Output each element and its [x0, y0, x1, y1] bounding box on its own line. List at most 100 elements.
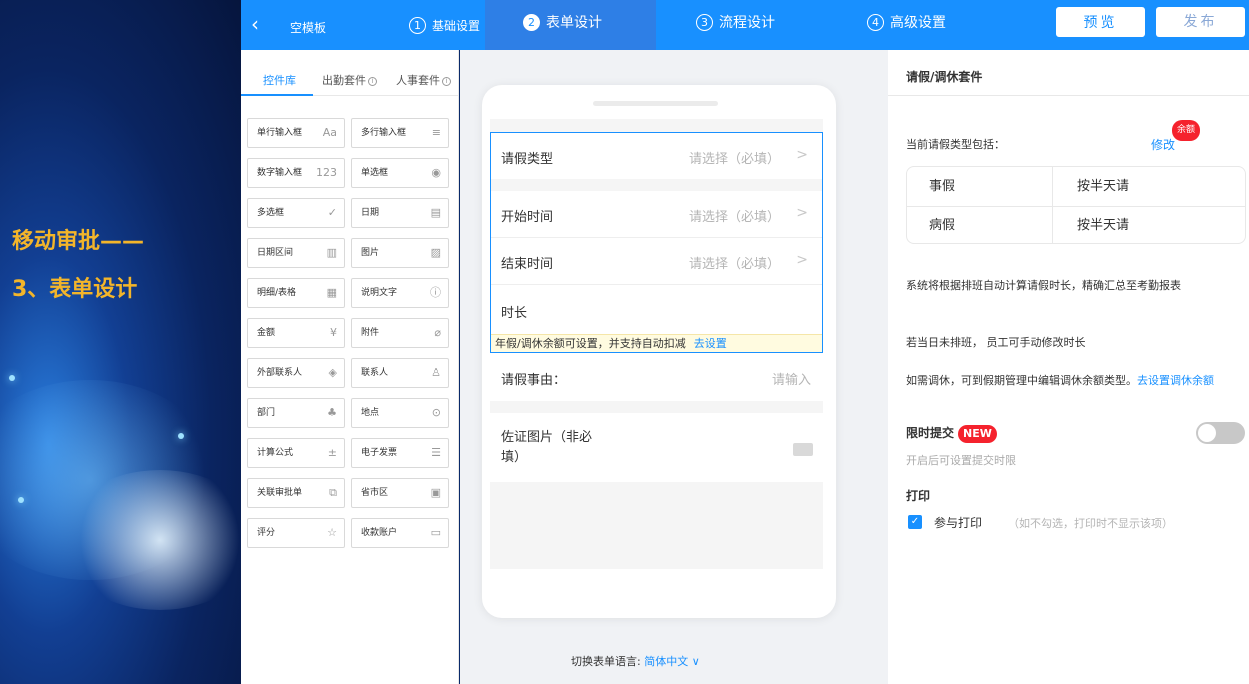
control-item[interactable]: 单行输入框 Aa [247, 118, 345, 148]
lang-value[interactable]: 简体中文 ∨ [644, 655, 700, 668]
control-item[interactable]: 评分 ☆ [247, 518, 345, 548]
divider [491, 179, 822, 191]
current-types-label: 当前请假类型包括： [906, 138, 1005, 151]
field-leave-reason[interactable]: 请假事由： 请输入 [490, 353, 823, 401]
step-number: 4 [867, 13, 884, 31]
field-start-time[interactable]: 开始时间 请选择（必填） > [491, 191, 822, 237]
form-language-switch[interactable]: 切换表单语言: 简体中文 ∨ [571, 653, 700, 669]
step-label: 流程设计 [719, 15, 775, 31]
field-end-time[interactable]: 结束时间 请选择（必填） > [491, 238, 822, 284]
time-limit-toggle[interactable] [1196, 422, 1245, 444]
control-item[interactable]: 省市区 ▣ [351, 478, 449, 508]
comp-balance-link[interactable]: 去设置调休余额 [1137, 374, 1214, 387]
control-label: 计算公式 [257, 448, 294, 458]
lang-label: 切换表单语言: [571, 655, 641, 668]
chevron-right-icon: > [796, 147, 808, 163]
leave-type-unit: 按半天请 [1077, 179, 1130, 194]
light-dot [9, 375, 15, 381]
control-type-icon: ♙ [431, 366, 441, 379]
chevron-right-icon: > [796, 205, 808, 221]
tab-attendance-suite[interactable]: 出勤套件 i [322, 72, 377, 88]
control-item[interactable]: 部门 ♣ [247, 398, 345, 428]
control-grid: 单行输入框 Aa 多行输入框 ≡ 数字输入框 123 单选框 ◉ 多选框 ✓ 日期 ▤ 日期区间 ▥ 图片 ▨… [247, 118, 452, 548]
slide-background: 移动审批—— 3、表单设计 [0, 0, 241, 684]
control-item[interactable]: 外部联系人 ◈ [247, 358, 345, 388]
back-arrow-icon[interactable]: ‹ [251, 12, 259, 36]
field-label: 请假事由： [501, 373, 567, 388]
control-label: 附件 [361, 328, 380, 338]
field-label-line: 填） [501, 450, 528, 465]
control-item[interactable]: 单选框 ◉ [351, 158, 449, 188]
print-checkbox[interactable]: ✓ [908, 515, 922, 529]
top-bar: ‹ 空模板 1 基础设置 2 表单设计 3 流程设计 4 高级设置 预览 发布 [241, 0, 1249, 50]
control-item[interactable]: 计算公式 ± [247, 438, 345, 468]
control-item[interactable]: 关联审批单 ⧉ [247, 478, 345, 508]
control-item[interactable]: 地点 ⊙ [351, 398, 449, 428]
light-glow [60, 470, 241, 610]
control-item[interactable]: 图片 ▨ [351, 238, 449, 268]
control-label: 收款账户 [361, 528, 398, 538]
form-canvas: 请假类型 请选择（必填） > 开始时间 请选择（必填） > 结束时间 请选择（必… [460, 50, 888, 684]
form-preview: 请假类型 请选择（必填） > 开始时间 请选择（必填） > 结束时间 请选择（必… [490, 119, 823, 569]
control-item[interactable]: 明细/表格 ▦ [247, 278, 345, 308]
field-label-line: 佐证图片（非必 [501, 430, 593, 445]
publish-button[interactable]: 发布 [1156, 7, 1245, 37]
print-checkbox-label[interactable]: 参与打印 [934, 514, 982, 531]
desc-text: 如需调休，可到假期管理中编辑调休余额类型。 [906, 374, 1137, 387]
control-item[interactable]: 日期 ▤ [351, 198, 449, 228]
control-type-icon: ⌀ [434, 326, 441, 339]
modify-link[interactable]: 修改 [1151, 136, 1175, 153]
control-item[interactable]: 金额 ¥ [247, 318, 345, 348]
field-proof-photo[interactable]: 佐证图片（非必 填） [490, 413, 823, 482]
control-label: 日期 [361, 208, 380, 218]
control-item[interactable]: 联系人 ♙ [351, 358, 449, 388]
step-basic-settings[interactable]: 1 基础设置 [409, 17, 480, 34]
field-placeholder: 请选择（必填） [688, 152, 780, 167]
field-label: 结束时间 [501, 257, 554, 272]
control-type-icon: 123 [316, 166, 337, 179]
panel-title: 请假/调休套件 [906, 70, 983, 84]
tab-control-library[interactable]: 控件库 [263, 72, 296, 88]
control-item[interactable]: 说明文字 ⓘ [351, 278, 449, 308]
control-type-icon: ☰ [431, 446, 441, 459]
control-item[interactable]: 附件 ⌀ [351, 318, 449, 348]
field-duration[interactable]: 时长 [491, 285, 822, 334]
leave-type-unit: 按半天请 [1077, 218, 1130, 233]
control-label: 日期区间 [257, 248, 294, 258]
step-flow-design[interactable]: 3 流程设计 [696, 12, 775, 32]
leave-type-name: 病假 [929, 218, 956, 233]
field-label: 时长 [501, 306, 528, 321]
preview-button[interactable]: 预览 [1056, 7, 1145, 37]
control-item[interactable]: 电子发票 ☰ [351, 438, 449, 468]
control-item[interactable]: 多选框 ✓ [247, 198, 345, 228]
control-type-icon: ⓘ [430, 286, 441, 299]
field-label: 开始时间 [501, 210, 554, 225]
divider [888, 95, 1249, 96]
step-number: 2 [523, 13, 540, 31]
balance-tip: 年假/调休余额可设置，并支持自动扣减 去设置 [491, 334, 822, 352]
control-item[interactable]: 多行输入框 ≡ [351, 118, 449, 148]
step-form-design[interactable]: 2 表单设计 [523, 12, 602, 32]
field-leave-type[interactable]: 请假类型 请选择（必填） > [491, 133, 822, 179]
control-type-icon: ♣ [327, 406, 337, 419]
control-item[interactable]: 数字输入框 123 [247, 158, 345, 188]
step-advanced-settings[interactable]: 4 高级设置 [867, 12, 946, 32]
step-label: 基础设置 [432, 19, 481, 33]
description-auto-calc: 系统将根据排班自动计算请假时长，精确汇总至考勤报表 [906, 279, 1181, 292]
tip-setup-link[interactable]: 去设置 [694, 337, 727, 350]
control-label: 图片 [361, 248, 380, 258]
leave-suite-group[interactable]: 请假类型 请选择（必填） > 开始时间 请选择（必填） > 结束时间 请选择（必… [490, 132, 823, 353]
control-type-icon: ± [327, 446, 337, 459]
control-item[interactable]: 日期区间 ▥ [247, 238, 345, 268]
info-icon: i [442, 77, 451, 86]
time-limit-hint: 开启后可设置提交时限 [906, 454, 1016, 467]
control-item[interactable]: 收款账户 ▭ [351, 518, 449, 548]
control-label: 关联审批单 [257, 488, 303, 498]
control-type-icon: ¥ [330, 326, 337, 339]
step-label: 表单设计 [546, 15, 602, 31]
tab-hr-suite[interactable]: 人事套件 i [396, 72, 451, 88]
tip-text: 年假/调休余额可设置，并支持自动扣减 [495, 337, 686, 350]
control-label: 多选框 [257, 208, 285, 218]
light-dot [18, 497, 24, 503]
phone-speaker [593, 101, 718, 106]
